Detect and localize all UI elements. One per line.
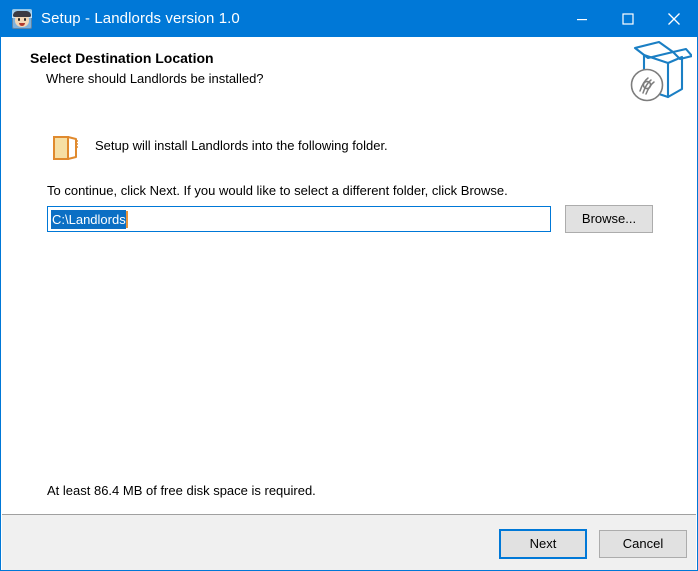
setup-box-disc-icon	[630, 40, 692, 102]
title-bar: Setup - Landlords version 1.0	[1, 1, 697, 37]
page-subtitle: Where should Landlords be installed?	[46, 71, 264, 86]
disk-space-message: At least 86.4 MB of free disk space is r…	[47, 483, 316, 498]
maximize-icon	[622, 13, 634, 25]
window-title: Setup - Landlords version 1.0	[41, 10, 240, 27]
minimize-button[interactable]	[559, 1, 605, 37]
destination-path-value: C:\Landlords	[51, 209, 126, 229]
next-button[interactable]: Next	[499, 529, 587, 559]
page-title: Select Destination Location	[30, 50, 214, 66]
close-button[interactable]	[651, 1, 697, 37]
cancel-button[interactable]: Cancel	[599, 530, 687, 558]
window-controls	[559, 1, 697, 37]
maximize-button[interactable]	[605, 1, 651, 37]
content-area: Setup will install Landlords into the fo…	[2, 111, 696, 514]
minimize-icon	[577, 19, 587, 21]
browse-button[interactable]: Browse...	[565, 205, 653, 233]
close-icon	[668, 13, 680, 25]
page-header: Select Destination Location Where should…	[2, 38, 696, 111]
install-folder-row: Setup will install Landlords into the fo…	[2, 128, 696, 170]
setup-window: Setup - Landlords version 1.0 Select Des…	[0, 0, 698, 571]
install-folder-message: Setup will install Landlords into the fo…	[95, 138, 388, 153]
folder-icon	[53, 136, 78, 160]
landlords-app-icon	[12, 9, 32, 29]
text-caret	[125, 210, 128, 228]
footer-bar: Next Cancel	[2, 514, 696, 570]
continue-message: To continue, click Next. If you would li…	[47, 183, 508, 198]
destination-path-input[interactable]: C:\Landlords	[47, 206, 551, 232]
